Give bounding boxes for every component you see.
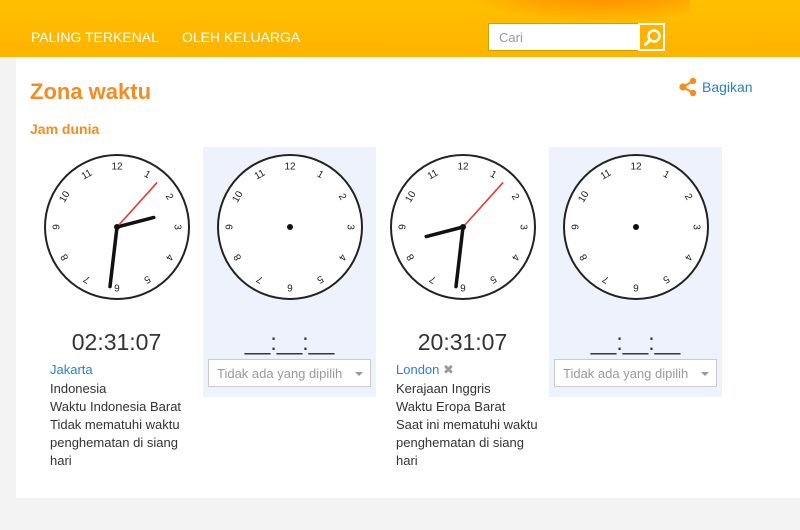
analog-clock: 121234567891011 bbox=[390, 154, 536, 300]
nav-link-paling-terkenal[interactable]: PALING TERKENAL bbox=[31, 29, 159, 45]
clock-numeral: 12 bbox=[457, 162, 469, 173]
clock-card-empty-1: 12 1 2 3 4 5 6 7 8 9 10 11 __:__:__ Tidak ada yang … bbox=[203, 147, 376, 397]
city-link-london[interactable]: London bbox=[396, 362, 439, 377]
search-input[interactable] bbox=[488, 23, 638, 51]
clock-numeral: 6 bbox=[114, 282, 120, 293]
nav-link-oleh-keluarga[interactable]: OLEH KELUARGA bbox=[182, 29, 300, 45]
digital-time-empty: __:__:__ bbox=[590, 329, 681, 355]
analog-clock: 121234567891011 bbox=[44, 154, 190, 300]
clock-numeral: 12 bbox=[284, 162, 296, 173]
share-label: Bagikan bbox=[702, 79, 753, 95]
digital-time: 02:31:07 bbox=[71, 329, 162, 355]
clock-center bbox=[460, 224, 466, 230]
dst-status: Tidak mematuhi waktu penghematan di sian… bbox=[50, 417, 180, 468]
clock-numeral: 3 bbox=[691, 224, 702, 230]
clock-center bbox=[633, 224, 639, 230]
clock-center bbox=[114, 224, 120, 230]
clock-numeral: 3 bbox=[518, 224, 529, 230]
city-info: Indonesia Waktu Indonesia Barat Tidak me… bbox=[50, 380, 195, 470]
digital-time: 20:31:07 bbox=[417, 329, 508, 355]
clock-card-empty-2: 12 1 2 3 4 5 6 7 8 9 10 11 __:__:__ Tidak ada yang … bbox=[549, 147, 722, 397]
country-name: Indonesia bbox=[50, 381, 107, 396]
clock-numeral: 9 bbox=[225, 224, 236, 230]
timezone-name: Waktu Indonesia Barat bbox=[50, 399, 182, 414]
header-decoration bbox=[470, 0, 690, 20]
select-placeholder: Tidak ada yang dipilih bbox=[217, 366, 343, 381]
top-navigation-bar: PALING TERKENAL OLEH KELUARGA bbox=[0, 0, 800, 57]
clock-numeral: 9 bbox=[52, 224, 63, 230]
clock-numeral: 6 bbox=[633, 282, 639, 293]
analog-clock-empty: 121234567891011 bbox=[563, 154, 709, 300]
country-name: Kerajaan Inggris bbox=[396, 381, 491, 396]
clock-center bbox=[287, 224, 293, 230]
clock-numeral: 3 bbox=[345, 224, 356, 230]
city-select-1[interactable]: Tidak ada yang dipilih bbox=[208, 359, 371, 387]
search-button[interactable] bbox=[638, 23, 665, 51]
analog-clock-empty: 121234567891011 bbox=[217, 154, 363, 300]
clock-numeral: 9 bbox=[398, 224, 409, 230]
clock-numeral: 6 bbox=[460, 282, 466, 293]
section-title: Jam dunia bbox=[30, 121, 100, 137]
city-info: Kerajaan Inggris Waktu Eropa Barat Saat … bbox=[396, 380, 541, 470]
dst-status: Saat ini mematuhi waktu penghematan di s… bbox=[396, 417, 538, 468]
timezone-name: Waktu Eropa Barat bbox=[396, 399, 506, 414]
main-content: Zona waktu Bagikan Jam dunia 12 1 2 3 4 5 6 7 8 9… bbox=[16, 57, 800, 498]
select-placeholder: Tidak ada yang dipilih bbox=[563, 366, 689, 381]
city-link-jakarta[interactable]: Jakarta bbox=[50, 362, 93, 377]
caret-down-icon bbox=[355, 372, 363, 376]
share-icon bbox=[679, 77, 697, 97]
caret-down-icon bbox=[701, 372, 709, 376]
clock-numeral: 12 bbox=[111, 162, 123, 173]
share-button[interactable]: Bagikan bbox=[678, 77, 753, 97]
clock-card-london: 12 1 2 3 4 5 6 7 8 9 10 11 20:31:07 London ✖ Keraja… bbox=[376, 147, 549, 468]
clock-card-jakarta: 12 1 2 3 4 5 6 7 8 9 10 11 02:31:07 Jakarta Indones… bbox=[30, 147, 203, 468]
clock-numeral: 6 bbox=[287, 282, 293, 293]
clock-numeral: 3 bbox=[172, 224, 183, 230]
page-title: Zona waktu bbox=[30, 79, 152, 104]
close-icon[interactable]: ✖ bbox=[443, 362, 454, 378]
digital-time-empty: __:__:__ bbox=[244, 329, 335, 355]
clock-numeral: 9 bbox=[571, 224, 582, 230]
clock-numeral: 12 bbox=[630, 162, 642, 173]
city-select-2[interactable]: Tidak ada yang dipilih bbox=[554, 359, 717, 387]
search-icon bbox=[644, 29, 661, 46]
